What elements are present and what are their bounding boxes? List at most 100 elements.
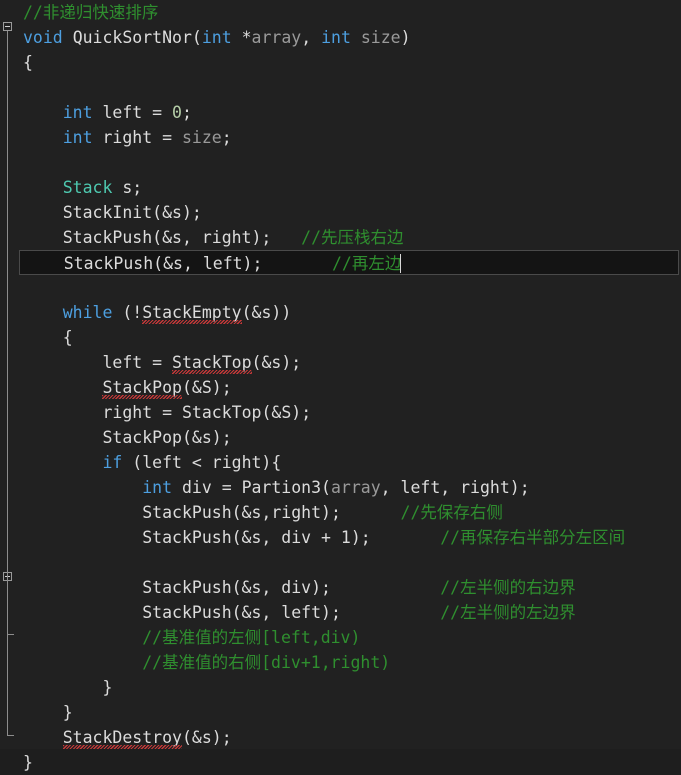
code-token: (! <box>112 303 143 322</box>
code-token: int <box>201 28 232 47</box>
code-token-error: StackTop <box>172 353 252 372</box>
code-token: (&S); <box>261 403 312 422</box>
code-line[interactable]: { <box>20 50 681 75</box>
code-line[interactable]: StackInit(&s); <box>20 200 681 225</box>
code-line[interactable]: right = StackTop(&S); <box>20 400 681 425</box>
code-token: StackPush <box>63 254 154 273</box>
fold-marker-function-icon[interactable] <box>3 22 12 31</box>
code-line[interactable]: //基准值的右侧[div+1,right) <box>20 650 681 675</box>
code-token: Stack <box>62 178 113 197</box>
outlining-gutter[interactable] <box>0 0 20 749</box>
code-token: (&s); <box>251 353 302 372</box>
code-token: (&S); <box>181 378 232 397</box>
code-line[interactable]: int left = 0; <box>20 100 681 125</box>
code-line[interactable]: while (!StackEmpty(&s)) <box>20 300 681 325</box>
code-token: (&s,right); <box>231 503 401 522</box>
code-line[interactable]: } <box>20 675 681 700</box>
code-line[interactable] <box>20 75 681 100</box>
code-token: ; <box>181 103 192 122</box>
code-line[interactable]: StackPush(&s, div); //左半侧的右边界 <box>20 575 681 600</box>
fold-guide-end-tick <box>7 634 14 635</box>
code-token: //再保存右半部分左区间 <box>440 528 626 547</box>
code-line-current[interactable]: StackPush(&s, left); //再左边 <box>19 250 679 275</box>
code-line[interactable] <box>20 150 681 175</box>
code-token: //左半侧的右边界 <box>440 578 576 597</box>
code-token: ; <box>221 128 232 147</box>
code-line[interactable]: } <box>20 700 681 725</box>
code-line[interactable]: { <box>20 325 681 350</box>
code-token: right = <box>102 403 182 422</box>
code-token: (&s); <box>181 728 232 747</box>
code-token: //再左边 <box>331 254 402 273</box>
code-line[interactable] <box>20 550 681 575</box>
fold-guide-line <box>7 581 8 635</box>
code-line[interactable]: StackPush(&s, div + 1); //再保存右半部分左区间 <box>20 525 681 550</box>
code-token: right = <box>92 128 182 147</box>
code-line[interactable]: Stack s; <box>20 175 681 200</box>
code-token: int <box>142 478 173 497</box>
code-token: div = Partion3( <box>172 478 331 497</box>
code-token: ( <box>191 28 202 47</box>
code-line[interactable]: StackPush(&s, right); //先压栈右边 <box>20 225 681 250</box>
code-text-area[interactable]: //非递归快速排序 void QuickSortNor(int *array, i… <box>19 0 681 772</box>
code-token: } <box>62 703 73 722</box>
code-token: StackPush <box>142 578 232 597</box>
code-line[interactable]: StackPop(&S); <box>20 375 681 400</box>
code-token: (&s)) <box>241 303 292 322</box>
code-token: (&s, div); <box>231 578 441 597</box>
code-token: StackPush <box>142 503 232 522</box>
code-token: //非递归快速排序 <box>23 3 159 22</box>
code-token: { <box>62 328 73 347</box>
code-token: size <box>181 128 222 147</box>
code-token: array <box>330 478 381 497</box>
code-token: } <box>23 753 33 772</box>
code-token: //左半侧的左边界 <box>440 603 576 622</box>
code-line[interactable]: StackDestroy(&s); <box>20 725 681 750</box>
code-token: } <box>102 678 113 697</box>
code-token: //先压栈右边 <box>301 228 404 247</box>
code-line[interactable]: void QuickSortNor(int *array, int size) <box>20 25 681 50</box>
code-line[interactable]: int right = size; <box>20 125 681 150</box>
code-token: (&s, left); <box>153 254 332 273</box>
code-token: //基准值的右侧[div+1,right) <box>142 653 391 672</box>
code-line[interactable]: StackPush(&s, left); //左半侧的左边界 <box>20 600 681 625</box>
code-token: (&s); <box>181 428 232 447</box>
code-line[interactable]: int div = Partion3(array, left, right); <box>20 475 681 500</box>
code-line[interactable]: //非递归快速排序 <box>20 0 681 25</box>
code-line[interactable]: } <box>20 750 681 775</box>
code-line[interactable]: if (left < right){ <box>20 450 681 475</box>
code-token: 0 <box>172 103 182 122</box>
code-line[interactable] <box>20 275 681 300</box>
code-line[interactable]: StackPush(&s,right); //先保存右侧 <box>20 500 681 525</box>
code-token: * <box>231 28 252 47</box>
code-line[interactable]: StackPop(&s); <box>20 425 681 450</box>
code-token: StackPush <box>62 228 153 247</box>
code-token-error: StackPop <box>102 378 182 397</box>
code-token: QuickSortNor <box>72 28 192 47</box>
code-token: StackPop <box>102 428 182 447</box>
code-line[interactable]: //基准值的左侧[left,div) <box>20 625 681 650</box>
code-token: , <box>301 28 322 47</box>
code-token: int <box>62 128 93 147</box>
code-editor[interactable]: //非递归快速排序 void QuickSortNor(int *array, i… <box>0 0 681 772</box>
code-line[interactable]: left = StackTop(&s); <box>20 350 681 375</box>
